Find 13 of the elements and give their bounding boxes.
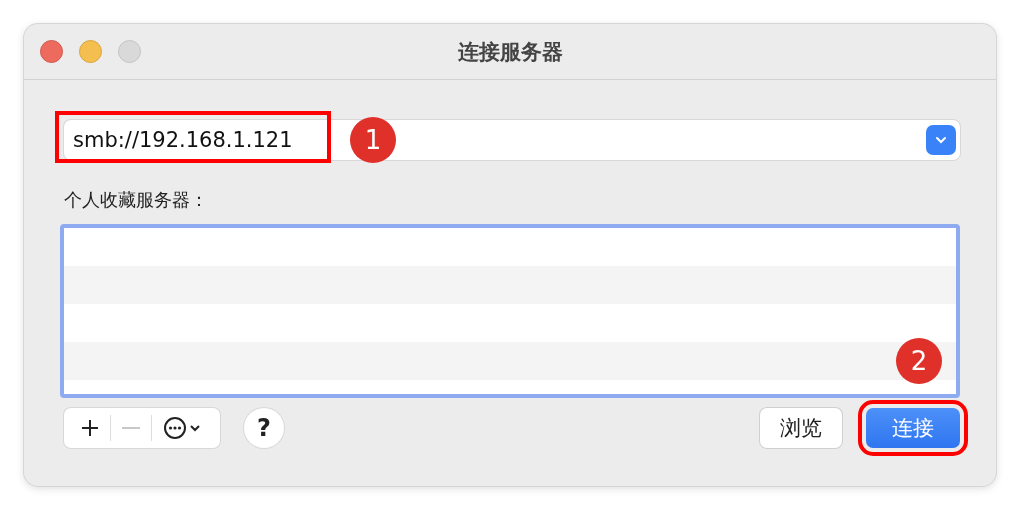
window-title: 连接服务器 (457, 38, 563, 66)
ellipsis-circle-icon (163, 416, 203, 440)
server-address-text: smb://192.168.1.121 (73, 128, 293, 152)
chevron-down-icon (935, 136, 947, 144)
minimize-button[interactable] (79, 40, 102, 63)
plus-icon (80, 418, 100, 438)
dialog-button[interactable]: 浏览 (760, 408, 842, 448)
favorites-label: 个人收藏服务器： (64, 188, 209, 212)
dropdown-button[interactable] (926, 125, 956, 155)
favorites-list[interactable] (60, 224, 960, 398)
help-button[interactable]: ? (244, 408, 284, 448)
close-button[interactable] (40, 40, 63, 63)
minus-icon (122, 427, 140, 429)
